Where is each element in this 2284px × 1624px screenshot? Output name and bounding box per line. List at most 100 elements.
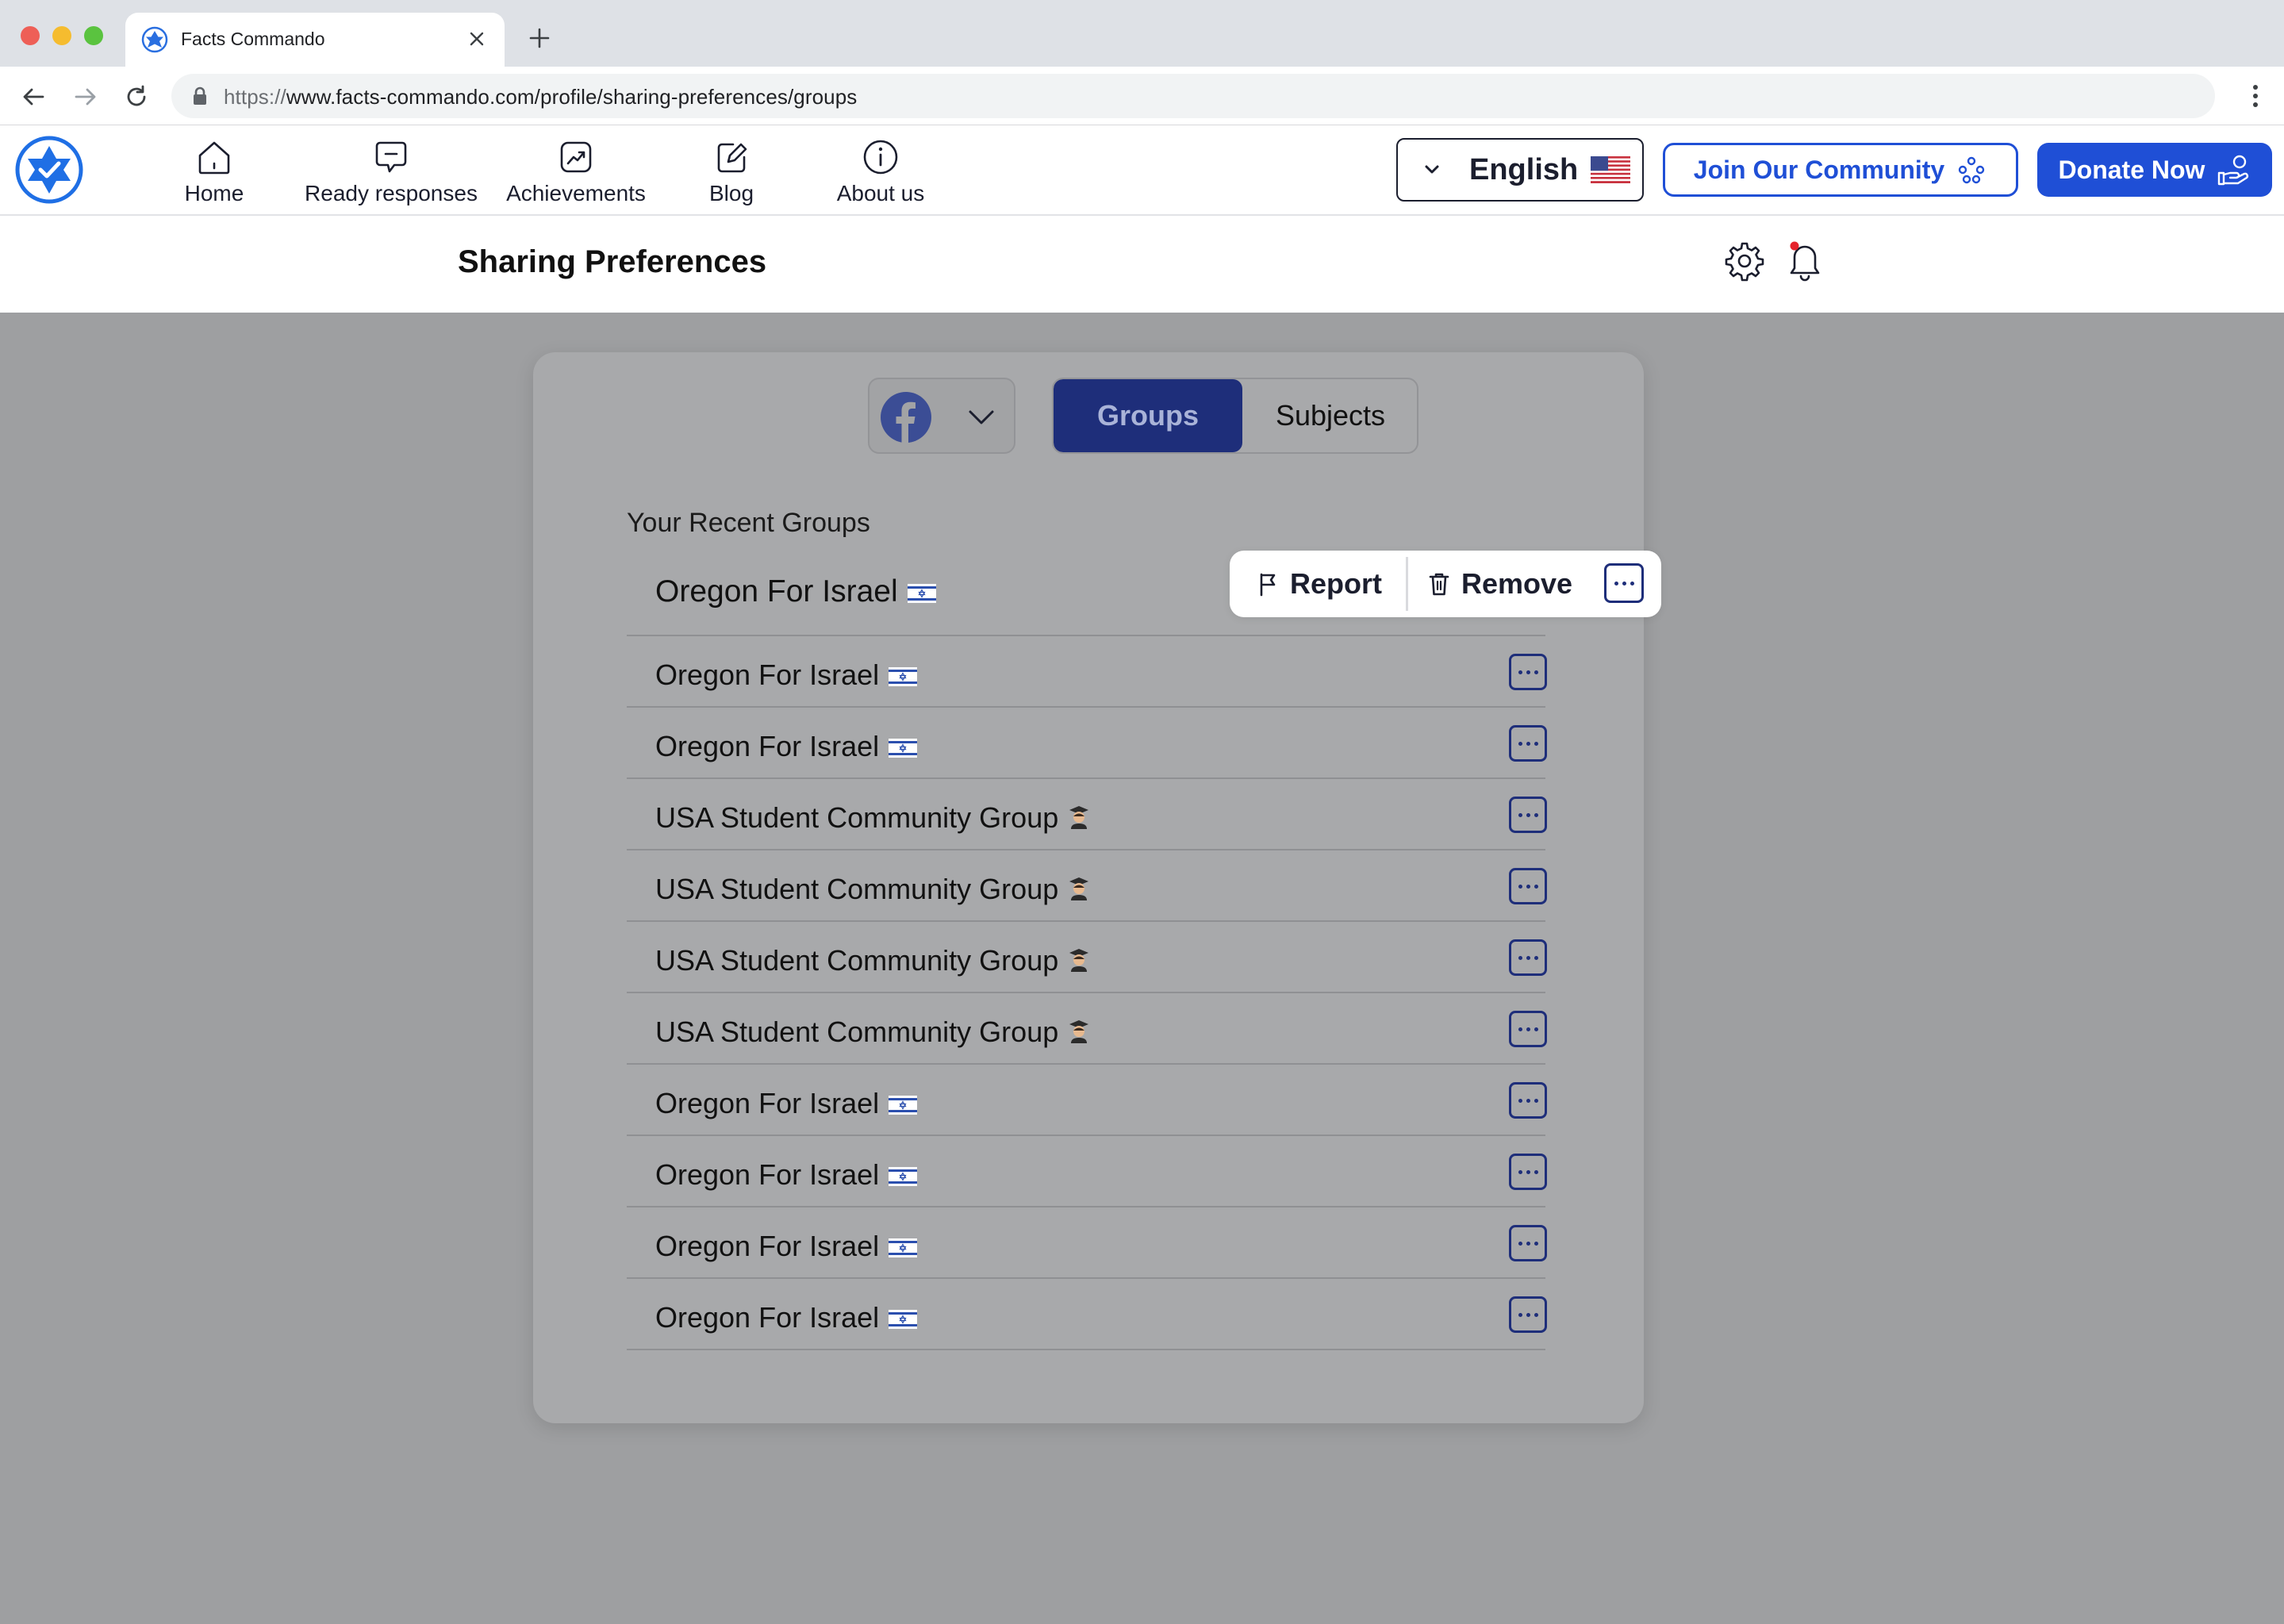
window-minimize-dot[interactable] — [52, 26, 71, 45]
group-name-wrap: Oregon For Israel — [655, 1301, 918, 1336]
chevron-down-icon — [969, 410, 994, 424]
logo-icon[interactable] — [14, 135, 84, 205]
chat-minus-icon — [375, 141, 407, 173]
student-emoji-icon — [1068, 1017, 1090, 1050]
israel-flag-icon — [907, 576, 936, 611]
tab-subjects[interactable]: Subjects — [1242, 379, 1417, 452]
address-bar[interactable]: https://www.facts-commando.com/profile/s… — [171, 74, 2215, 118]
settings-gear-icon[interactable] — [1723, 240, 1766, 282]
content-overlay: Groups Subjects Your Recent Groups Orego… — [0, 313, 2284, 1624]
flag-icon — [1260, 573, 1276, 597]
reload-icon[interactable] — [121, 81, 152, 113]
list-item[interactable]: Oregon For Israel — [627, 708, 1547, 779]
url-text: https://www.facts-commando.com/profile/s… — [224, 85, 857, 109]
lock-icon — [194, 86, 206, 105]
more-options-button[interactable] — [1509, 1296, 1547, 1333]
browser-tab[interactable]: Facts Commando — [125, 13, 505, 67]
list-item[interactable]: USA Student Community Group — [627, 850, 1547, 922]
group-name-wrap: USA Student Community Group — [655, 1015, 1090, 1050]
platform-select[interactable] — [868, 378, 1015, 454]
israel-flag-icon — [889, 660, 918, 693]
sharing-preferences-card: Groups Subjects Your Recent Groups Orego… — [533, 352, 1661, 1423]
more-options-button[interactable] — [1604, 563, 1644, 603]
more-options-button[interactable] — [1509, 1154, 1547, 1190]
israel-flag-icon — [889, 731, 918, 765]
group-name: USA Student Community Group — [655, 944, 1059, 977]
list-item[interactable]: Oregon For Israel Report Remove — [627, 551, 1661, 636]
tab-groups[interactable]: Groups — [1054, 379, 1242, 452]
student-emoji-icon — [1068, 946, 1090, 979]
window-close-dot[interactable] — [21, 26, 40, 45]
group-name: Oregon For Israel — [655, 658, 880, 691]
student-emoji-icon — [1068, 874, 1090, 908]
group-name-wrap: Oregon For Israel — [655, 1087, 918, 1122]
chevron-down-icon — [1425, 165, 1439, 174]
trend-chart-icon — [560, 141, 592, 173]
israel-flag-icon — [889, 1088, 918, 1122]
group-name-wrap: USA Student Community Group — [655, 873, 1090, 908]
browser-toolbar: https://www.facts-commando.com/profile/s… — [0, 67, 2284, 125]
notification-bell-icon[interactable] — [1783, 238, 1826, 282]
url-scheme: https:// — [224, 85, 286, 109]
list-item[interactable]: Oregon For Israel — [627, 1207, 1547, 1279]
list-item[interactable]: Oregon For Israel — [627, 1136, 1547, 1207]
groups-subjects-toggle: Groups Subjects — [1052, 378, 1418, 454]
community-icon — [1959, 156, 1985, 184]
nav-ready-responses-label: Ready responses — [305, 181, 478, 205]
list-item[interactable]: USA Student Community Group — [627, 922, 1547, 993]
join-community-button[interactable]: Join Our Community — [1663, 143, 2018, 197]
new-tab-icon[interactable] — [524, 22, 555, 54]
more-options-button[interactable] — [1509, 1011, 1547, 1047]
group-name: Oregon For Israel — [655, 1230, 880, 1262]
group-name: Oregon For Israel — [655, 574, 898, 609]
donate-now-button[interactable]: Donate Now — [2037, 143, 2272, 197]
list-item[interactable]: Oregon For Israel — [627, 1065, 1547, 1136]
back-icon[interactable] — [17, 81, 49, 113]
forward-icon[interactable] — [70, 81, 102, 113]
group-name: Oregon For Israel — [655, 1158, 880, 1191]
nav-home[interactable]: Home — [182, 135, 246, 208]
remove-button[interactable]: Remove — [1428, 563, 1572, 605]
join-community-label: Join Our Community — [1693, 155, 1945, 184]
more-options-button[interactable] — [1509, 725, 1547, 762]
list-item[interactable]: USA Student Community Group — [627, 779, 1547, 850]
group-name-wrap: USA Student Community Group — [655, 944, 1090, 979]
browser-menu-icon[interactable] — [2240, 79, 2271, 113]
group-name: USA Student Community Group — [655, 801, 1059, 834]
list-item[interactable]: Oregon For Israel — [627, 636, 1547, 708]
nav-blog-label: Blog — [708, 181, 754, 205]
site-header: Home Ready responses Achievements Blog A… — [0, 125, 2284, 216]
more-options-button[interactable] — [1509, 868, 1547, 904]
group-name-wrap: Oregon For Israel — [655, 1230, 918, 1265]
nav-ready-responses[interactable]: Ready responses — [303, 135, 479, 208]
israel-flag-icon — [889, 1160, 918, 1193]
nav-blog[interactable]: Blog — [700, 135, 763, 208]
window-maximize-dot[interactable] — [84, 26, 103, 45]
more-options-button[interactable] — [1509, 939, 1547, 976]
recent-groups-list: Oregon For Israel Report Remove Oregon F… — [627, 551, 1661, 1350]
student-emoji-icon — [1068, 803, 1090, 836]
nav-home-label: Home — [184, 181, 244, 205]
facebook-icon — [881, 392, 931, 443]
edit-icon — [717, 143, 747, 173]
tab-groups-label: Groups — [1096, 399, 1199, 432]
language-select[interactable]: English — [1396, 138, 1644, 202]
nav-about-us-label: About us — [836, 181, 925, 205]
group-name-wrap: USA Student Community Group — [655, 801, 1090, 836]
tab-close-icon[interactable] — [462, 24, 492, 54]
more-options-button[interactable] — [1509, 1225, 1547, 1261]
site-favicon-icon — [141, 26, 168, 53]
group-name-wrap: Oregon For Israel — [655, 730, 918, 765]
list-item[interactable]: USA Student Community Group — [627, 993, 1547, 1065]
more-options-button[interactable] — [1509, 1082, 1547, 1119]
list-item[interactable]: Oregon For Israel — [627, 1279, 1547, 1350]
nav-achievements[interactable]: Achievements — [500, 135, 652, 208]
report-button[interactable]: Report — [1257, 563, 1382, 605]
us-flag-icon — [1591, 156, 1631, 183]
nav-about-us[interactable]: About us — [831, 135, 930, 208]
info-icon — [863, 140, 898, 175]
tab-subjects-label: Subjects — [1275, 399, 1386, 432]
language-label: English — [1469, 152, 1579, 186]
more-options-button[interactable] — [1509, 654, 1547, 690]
more-options-button[interactable] — [1509, 797, 1547, 833]
